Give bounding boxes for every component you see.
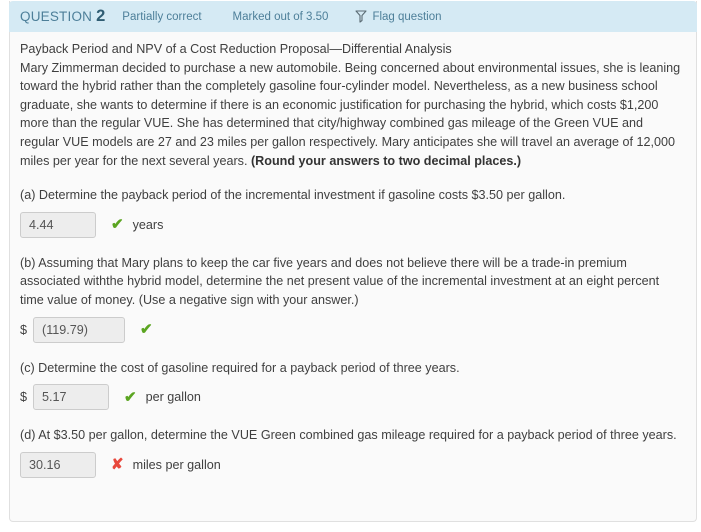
part-b-correct-icon: ✔ (140, 321, 153, 339)
question-part-a: (a) Determine the payback period of the … (20, 186, 684, 238)
part-d-answer-input[interactable] (20, 451, 96, 478)
question-text-rounding-note: (Round your answers to two decimal place… (250, 153, 522, 168)
question-text-main: Mary Zimmerman decided to purchase a new… (20, 60, 681, 168)
question-text: Mary Zimmerman decided to purchase a new… (20, 59, 684, 171)
flag-question-label: Flag question (372, 10, 442, 23)
question-body: Payback Period and NPV of a Cost Reducti… (20, 40, 684, 478)
part-c-currency-symbol: $ (20, 390, 28, 405)
marks-out-of: Marked out of 3.50 (232, 10, 329, 23)
part-d-unit-label: miles per gallon (132, 457, 221, 472)
part-b-currency-symbol: $ (20, 322, 28, 337)
question-header: QUESTION 2 Partially correct Marked out … (9, 1, 697, 32)
part-d-incorrect-icon: ✘ (111, 456, 124, 474)
question-number: 2 (96, 7, 106, 25)
part-c-answer-input[interactable] (33, 384, 110, 411)
part-a-correct-icon: ✔ (111, 216, 124, 234)
part-c-unit-label: per gallon (145, 390, 201, 405)
part-a-prompt: (a) Determine the payback period of the … (20, 188, 566, 203)
part-a-answer-input[interactable] (20, 211, 96, 238)
part-d-answer-row: ✘ miles per gallon (20, 451, 684, 478)
part-c-correct-icon: ✔ (124, 388, 137, 406)
question-number-block: QUESTION 2 (20, 7, 105, 26)
part-a-unit-label: years (132, 217, 164, 232)
question-title: Payback Period and NPV of a Cost Reducti… (20, 42, 452, 56)
part-b-answer-row: $ ✔ (20, 316, 684, 343)
question-part-c: (c) Determine the cost of gasoline requi… (20, 359, 684, 411)
part-c-prompt: (c) Determine the cost of gasoline requi… (20, 360, 460, 375)
grade-status: Partially correct (122, 10, 202, 23)
part-c-answer-row: $ ✔ per gallon (20, 384, 684, 411)
question-part-d: (d) At $3.50 per gallon, determine the V… (20, 426, 684, 478)
part-b-prompt: (b) Assuming that Mary plans to keep the… (20, 255, 660, 307)
part-d-prompt: (d) At $3.50 per gallon, determine the V… (20, 428, 677, 443)
question-label: QUESTION (20, 9, 93, 24)
flag-icon (355, 10, 368, 23)
flag-question-button[interactable]: Flag question (355, 10, 442, 23)
part-b-answer-input[interactable] (33, 316, 126, 343)
part-a-answer-row: ✔ years (20, 211, 684, 238)
question-part-b: (b) Assuming that Mary plans to keep the… (20, 254, 684, 343)
